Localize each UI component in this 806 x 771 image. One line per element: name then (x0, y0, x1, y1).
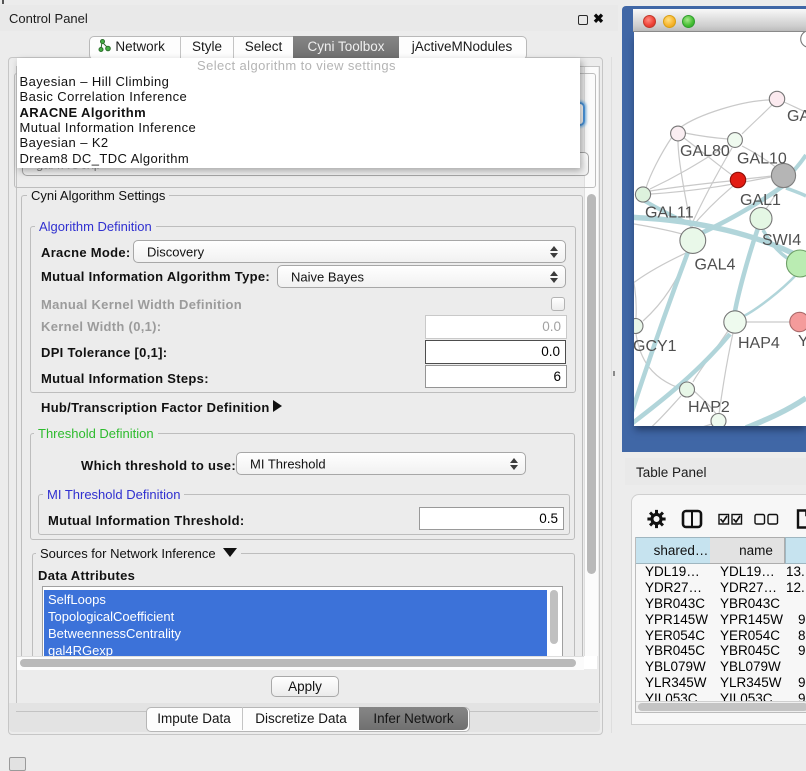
svg-text:GAL: GAL (787, 108, 806, 125)
svg-text:SWI4: SWI4 (762, 232, 801, 249)
svg-text:GAL80: GAL80 (680, 143, 730, 160)
svg-text:GCY1: GCY1 (634, 338, 677, 355)
svg-text:HAP4: HAP4 (738, 335, 780, 352)
svg-text:GAL10: GAL10 (737, 151, 787, 168)
svg-text:Y: Y (798, 333, 806, 350)
svg-text:GAL4: GAL4 (695, 257, 736, 274)
svg-text:HAP2: HAP2 (688, 399, 730, 416)
svg-text:GAL11: GAL11 (645, 205, 694, 222)
svg-text:GAL1: GAL1 (740, 192, 781, 209)
